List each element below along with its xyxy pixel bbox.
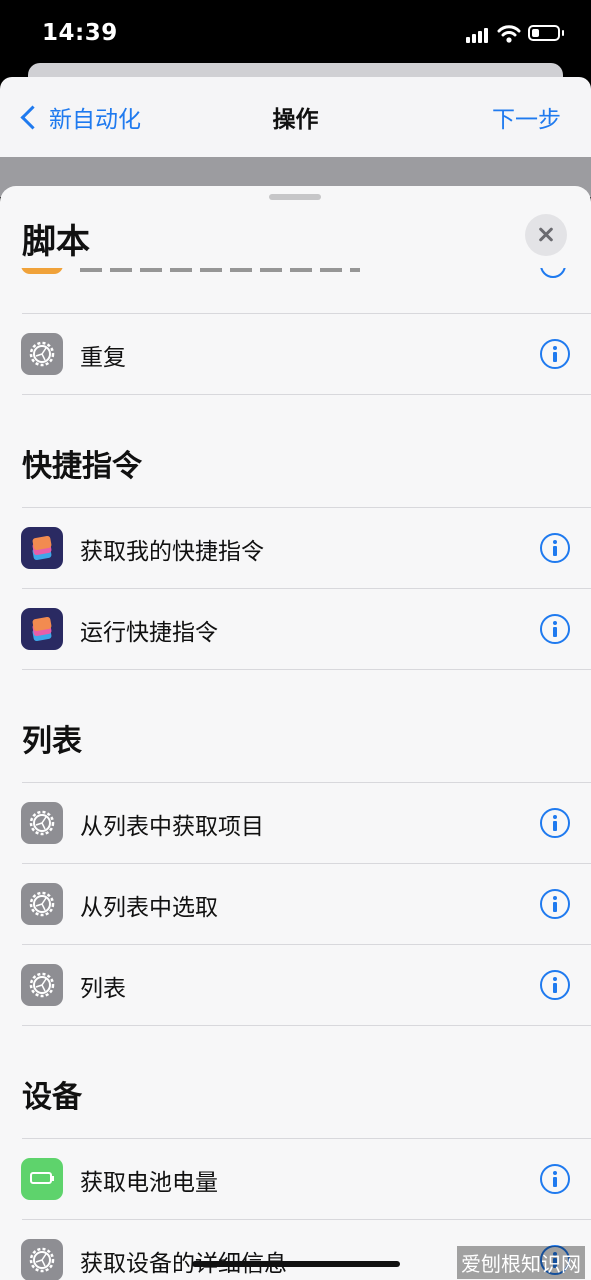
info-icon[interactable]: [540, 268, 566, 278]
battery-status-icon: [528, 25, 560, 41]
wifi-icon: [497, 25, 521, 43]
status-bar: 14:39: [0, 0, 591, 70]
info-icon[interactable]: [540, 808, 570, 838]
shortcuts-icon: [21, 527, 63, 569]
info-icon[interactable]: [540, 889, 570, 919]
info-icon[interactable]: [540, 1164, 570, 1194]
list-item-run-shortcut[interactable]: 运行快捷指令: [0, 589, 591, 669]
battery-tip: [562, 30, 564, 36]
watermark: 爱刨根知识网: [457, 1246, 585, 1279]
section-title: 快捷指令: [22, 449, 142, 484]
sheet-grabber[interactable]: [269, 194, 321, 200]
info-icon[interactable]: [540, 339, 570, 369]
shortcuts-icon: [21, 608, 63, 650]
battery-icon: [21, 1158, 63, 1200]
section-header-list: 列表: [0, 670, 591, 782]
section-header-device: 设备: [0, 1026, 591, 1138]
info-icon[interactable]: [540, 970, 570, 1000]
gear-icon: [21, 1239, 63, 1280]
next-button[interactable]: 下一步: [492, 100, 561, 134]
list-item-label: 获取我的快捷指令: [80, 539, 264, 565]
list-item-list[interactable]: 列表: [0, 945, 591, 1025]
list-item-label: 重复: [80, 345, 126, 371]
gear-icon: [21, 964, 63, 1006]
gear-icon: [21, 333, 63, 375]
section-title: 设备: [22, 1080, 82, 1115]
cellular-signal-icon: [466, 27, 490, 43]
action-icon: [21, 268, 63, 274]
section-header-shortcuts: 快捷指令: [0, 395, 591, 507]
actions-sheet: 脚本 重复 快捷指令 获取我的快捷指令 运行快捷指令 列表 从列表中获取项目 从…: [0, 186, 591, 1280]
list-item-get-battery-level[interactable]: 获取电池电量: [0, 1139, 591, 1219]
list-item-label: 运行快捷指令: [80, 620, 218, 646]
sheet-title: 脚本: [22, 222, 90, 262]
list-item-choose-from-list[interactable]: 从列表中选取: [0, 864, 591, 944]
gear-icon: [21, 883, 63, 925]
close-button[interactable]: [525, 214, 567, 256]
section-title: 列表: [22, 724, 82, 759]
action-list: 重复 快捷指令 获取我的快捷指令 运行快捷指令 列表 从列表中获取项目 从列表中…: [0, 313, 591, 1280]
obscured-label: [80, 268, 360, 272]
partially-hidden-row[interactable]: [0, 268, 591, 314]
status-time: 14:39: [42, 20, 118, 46]
list-item-label: 获取电池电量: [80, 1170, 218, 1196]
gear-icon: [21, 802, 63, 844]
list-item-get-item-from-list[interactable]: 从列表中获取项目: [0, 783, 591, 863]
info-icon[interactable]: [540, 533, 570, 563]
list-item-label: 从列表中获取项目: [80, 814, 264, 840]
home-indicator[interactable]: [192, 1261, 400, 1267]
list-item-get-my-shortcuts[interactable]: 获取我的快捷指令: [0, 508, 591, 588]
list-item-repeat[interactable]: 重复: [0, 314, 591, 394]
list-item-label: 从列表中选取: [80, 895, 218, 921]
list-item-label: 列表: [80, 976, 126, 1002]
info-icon[interactable]: [540, 614, 570, 644]
